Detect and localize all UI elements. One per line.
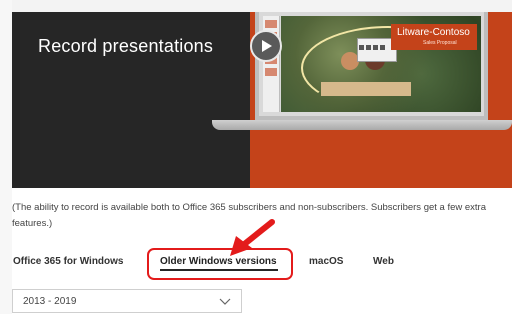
tab-macos[interactable]: macOS [309, 256, 343, 267]
chevron-down-icon [219, 298, 231, 305]
laptop-base [212, 120, 512, 130]
selected-tab-underline [160, 269, 278, 271]
slide-image: Litware-Contoso Sales Proposal [281, 16, 481, 112]
slide-logo-sub: Sales Proposal [423, 40, 457, 46]
hero-video[interactable]: Record presentations Litware-Contoso Sal… [12, 12, 512, 188]
hero-title: Record presentations [38, 36, 214, 56]
slide-table [321, 82, 411, 96]
annotation-arrow-icon [230, 219, 275, 256]
tab-office-365-for-windows[interactable]: Office 365 for Windows [13, 256, 123, 267]
slide-logo-box: Litware-Contoso Sales Proposal [391, 24, 477, 50]
play-icon [262, 40, 272, 52]
tab-web[interactable]: Web [373, 256, 394, 267]
page-top-strip [0, 0, 512, 12]
slide-logo: Litware-Contoso [397, 27, 470, 38]
laptop-screen: Litware-Contoso Sales Proposal [255, 12, 488, 120]
version-select[interactable]: 2013 - 2019 [12, 289, 242, 313]
play-button[interactable] [250, 30, 282, 62]
version-select-value: 2013 - 2019 [23, 296, 77, 307]
